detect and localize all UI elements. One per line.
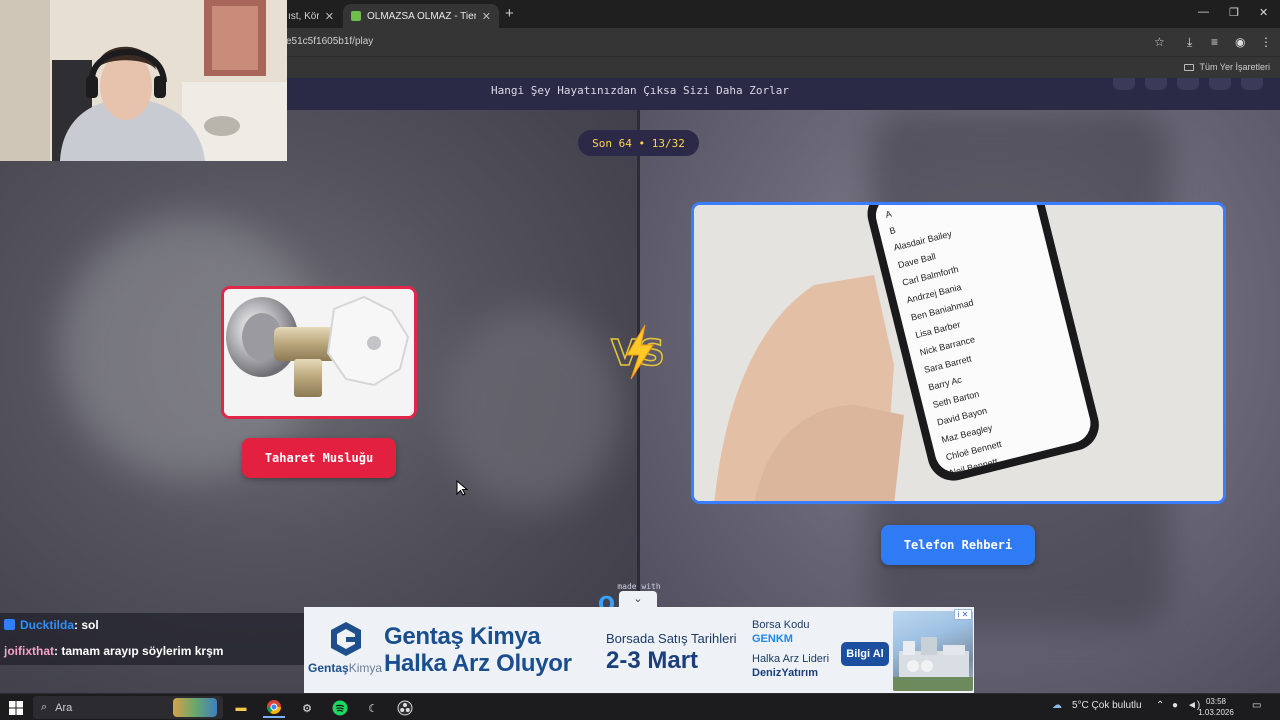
left-option-label: Taharet Musluğu [264,451,374,465]
chat-message: Ducktilda: sol [4,618,99,632]
header-tool-button[interactable] [1113,78,1135,90]
close-window-button[interactable]: ✕ [1259,6,1268,19]
webcam-overlay [0,0,287,161]
new-tab-button[interactable]: + [505,5,514,22]
url-field[interactable]: e51c5f1605b1f/play [286,36,373,47]
weather-text[interactable]: 5°C Çok bulutlu [1072,700,1142,711]
chat-badge-icon [4,619,15,630]
stream-chat-overlay: Ducktilda: sol joifixthat: tamam arayıp … [0,613,304,665]
profile-icon[interactable]: ◉ [1235,35,1245,49]
ad-leader-label: Halka Arz Lideri [752,653,830,665]
phone-contacts-image: A B Alasdair Bailey Dave Ball Carl Balmf… [694,205,1223,501]
ad-brand-suffix: Kimya [348,661,383,675]
chat-message: joifixthat: tamam arayıp söylerim krşm [4,644,223,658]
ad-factory-image [893,611,973,691]
settings-gear-icon[interactable]: ⚙ [298,698,316,718]
folder-icon [1184,64,1195,72]
header-tool-button[interactable] [1241,78,1263,90]
round-indicator: Son 64 • 13/32 [578,130,699,156]
ad-brand-text: Gentaş [308,661,349,675]
clock-date: 1.03.2026 [1198,708,1234,717]
right-option-card[interactable]: A B Alasdair Bailey Dave Ball Carl Balmf… [691,202,1226,504]
search-icon: ⌕ [41,701,48,713]
menu-kebab-icon[interactable]: ⋮ [1260,35,1272,49]
header-tool-button[interactable] [1145,78,1167,90]
weather-cloud-icon[interactable]: ☁ [1052,700,1062,711]
tab-favicon-icon [351,11,361,21]
chat-text: : tamam arayıp söylerim krşm [54,644,224,658]
gentas-logo-icon [331,622,361,656]
all-bookmarks-label: Tüm Yer İşaretleri [1199,62,1270,72]
microphone-icon[interactable]: ● [1172,700,1178,711]
ad-collapse-button[interactable]: ⌄ [619,591,657,608]
clock-time: 03:58 [1205,697,1227,706]
chat-username: joifixthat [4,644,54,658]
restore-button[interactable]: ❐ [1229,6,1239,19]
mouse-cursor-icon [456,480,468,496]
tab-close-icon[interactable]: ✕ [482,10,491,23]
tab-title: OLMAZSA OLMAZ - Tier List, Kö [367,10,476,22]
right-option-label: Telefon Rehberi [903,538,1013,552]
tab-title: ıst, Kör S [288,10,319,22]
chat-text: : sol [74,618,99,632]
notifications-icon[interactable]: ▭ [1252,700,1261,711]
ad-code-label: Borsa Kodu [752,619,810,631]
minimize-button[interactable]: — [1198,6,1209,18]
advertisement-banner[interactable]: GentaşKimya Gentaş Kimya Halka Arz Oluyo… [304,607,974,693]
left-option-button[interactable]: Taharet Musluğu [242,438,396,478]
right-option-button[interactable]: Telefon Rehberi [881,525,1035,565]
tray-chevron-icon[interactable]: ⌃ [1156,700,1164,711]
chat-username: Ducktilda [20,618,75,632]
ad-headline-line1: Gentaş Kimya [384,623,541,650]
tab-close-icon[interactable]: ✕ [325,10,334,23]
bookmark-star-icon[interactable]: ☆ [1154,35,1165,49]
ad-leader: DenizYatırım [752,667,819,679]
all-bookmarks-button[interactable]: Tüm Yer İşaretleri [1184,62,1270,72]
header-tool-button[interactable] [1177,78,1199,90]
taskbar-clock[interactable]: 03:58 1.03.2026 [1196,696,1236,718]
download-icon[interactable]: ⤓ [1187,35,1192,50]
app-icon[interactable]: ☾ [364,698,382,718]
made-with-text: made with [617,582,661,591]
browser-tab-active[interactable]: OLMAZSA OLMAZ - Tier List, Kö ✕ [343,4,499,28]
windows-taskbar: ⌕ Ara ▬ ⚙ ☾ ☁ 5°C Çok bulutlu ⌃ ● ◄) 03:… [0,693,1280,720]
ad-brand-wordmark: GentaşKimya [308,661,382,675]
media-control-icon[interactable]: ≡ [1211,35,1218,49]
browser-tab-previous[interactable]: ıst, Kör S ✕ [280,4,342,28]
ad-info-badge[interactable]: i ✕ [954,609,972,620]
ad-cta-button[interactable]: Bilgi Al [841,642,889,666]
search-highlight-icon [173,698,217,717]
windows-start-icon[interactable] [8,698,24,718]
ad-headline: Gentaş Kimya Halka Arz Oluyor [384,623,572,677]
ad-borsa-label: Borsada Satış Tarihleri [606,631,737,646]
search-placeholder: Ara [55,701,73,714]
ad-headline-line2: Halka Arz Oluyor [384,650,572,677]
file-explorer-icon[interactable]: ▬ [232,698,250,718]
spotify-icon[interactable] [331,698,349,718]
faucet-image [224,289,414,416]
obs-icon[interactable] [396,698,414,718]
left-option-card[interactable] [221,286,417,419]
header-tool-button[interactable] [1209,78,1231,90]
taskbar-search-input[interactable]: ⌕ Ara [33,696,223,719]
ad-dates: 2-3 Mart [606,647,699,674]
vs-lightning-icon: VS [610,324,666,380]
chrome-icon[interactable] [263,698,285,718]
ad-code: GENKM [752,633,793,645]
